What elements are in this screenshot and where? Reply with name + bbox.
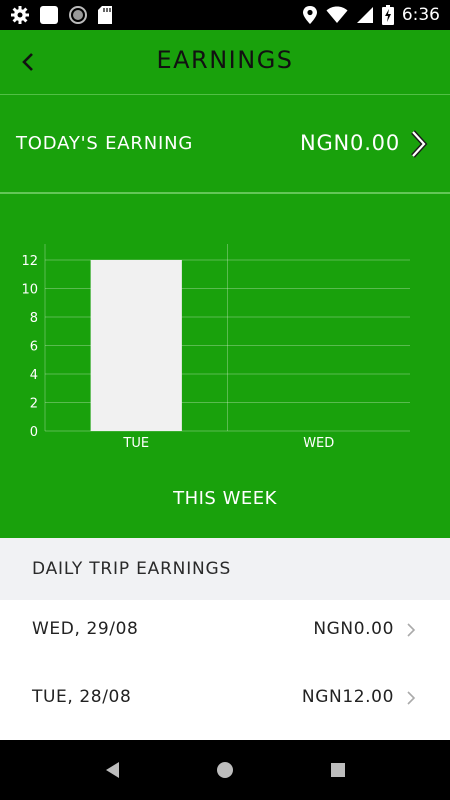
- status-left-icons: [10, 5, 113, 25]
- list-item[interactable]: TUE, 28/08 NGN12.00: [0, 668, 450, 736]
- chart-x-tick-label: WED: [303, 436, 334, 451]
- todays-earning-value: NGN0.00: [299, 131, 400, 155]
- recents-square-icon[interactable]: [328, 760, 348, 780]
- back-triangle-icon[interactable]: [103, 760, 123, 780]
- chart-caption: THIS WEEK: [173, 488, 277, 509]
- list-item-date: TUE, 28/08: [32, 687, 132, 707]
- settings-icon: [11, 6, 29, 24]
- page-title: EARNINGS: [156, 46, 294, 74]
- battery-charging-icon: [381, 5, 394, 25]
- daily-earnings-list: WED, 29/08 NGN0.00 TUE, 28/08 NGN12.00: [0, 600, 450, 736]
- wifi-icon: [326, 6, 348, 23]
- weekly-chart-section: 0 2 4 6 8 10 12 TUE WED THIS WEEK: [0, 194, 450, 538]
- sd-card-icon: [98, 6, 112, 24]
- system-nav-bar: [0, 740, 450, 800]
- chart-y-tick-label: 6: [30, 340, 38, 355]
- daily-trip-earnings-header: DAILY TRIP EARNINGS: [0, 538, 450, 600]
- list-item-date: WED, 29/08: [32, 619, 139, 639]
- todays-earning-row[interactable]: TODAY'S EARNING NGN0.00: [0, 94, 450, 194]
- location-icon: [302, 6, 317, 24]
- signal-icon: [356, 7, 373, 23]
- chart-y-tick-label: 4: [30, 368, 38, 383]
- section-title: DAILY TRIP EARNINGS: [32, 559, 232, 579]
- chevron-right-icon: [411, 130, 428, 158]
- chevron-right-icon: [407, 623, 416, 637]
- status-bar: 6:36: [0, 0, 450, 30]
- list-item-amount: NGN12.00: [301, 687, 394, 707]
- chevron-right-icon: [407, 691, 416, 705]
- list-item[interactable]: WED, 29/08 NGN0.00: [0, 600, 450, 668]
- app-header: EARNINGS: [0, 30, 450, 94]
- weekly-earnings-chart: 0 2 4 6 8 10 12 TUE WED: [21, 244, 410, 451]
- todays-earning-label: TODAY'S EARNING: [16, 133, 194, 154]
- chart-y-tick-label: 12: [21, 254, 38, 269]
- chart-y-tick-label: 10: [21, 283, 38, 298]
- chart-y-tick-label: 2: [30, 397, 38, 412]
- home-circle-icon[interactable]: [215, 760, 235, 780]
- chart-y-tick-label: 8: [30, 311, 38, 326]
- chart-bar: [90, 260, 182, 431]
- list-item-amount: NGN0.00: [313, 619, 394, 639]
- status-time: 6:36: [401, 5, 440, 25]
- record-icon: [69, 6, 87, 24]
- white-square-icon: [40, 6, 58, 24]
- chart-x-tick-label: TUE: [122, 436, 149, 451]
- status-right-icons: 6:36: [302, 5, 440, 25]
- chart-y-tick-label: 0: [30, 425, 38, 440]
